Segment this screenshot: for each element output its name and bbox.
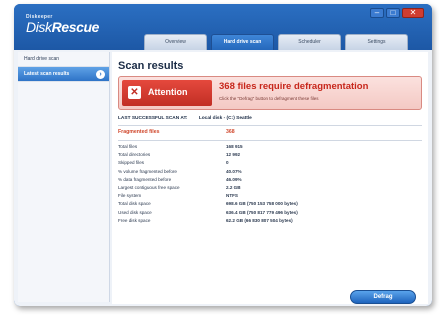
stat-row: Used disk space 636.4 GB (750 817 779 496… bbox=[118, 210, 422, 218]
sidebar: Hard drive scan Latest scan results › bbox=[18, 52, 110, 302]
alert-headline: 368 files require defragmentation bbox=[219, 81, 369, 92]
stat-row: File system NTFS bbox=[118, 193, 422, 201]
stat-label: % data fragmented before bbox=[118, 176, 172, 182]
maximize-button[interactable]: □ bbox=[386, 8, 400, 18]
scan-drive-label: Local disk - (C:) Seattle bbox=[198, 116, 252, 121]
tab-bar: Overview Hard drive scan Scheduler Setti… bbox=[144, 34, 408, 51]
stat-value: 46.09% bbox=[226, 176, 242, 182]
title-bar: – □ ✕ Diskeeper DiskRescue Overview Hard… bbox=[14, 4, 432, 56]
stat-value: 636.4 GB (750 817 779 496 bytes) bbox=[226, 209, 298, 215]
stat-row: Free disk space 62.2 GB (66 830 807 504 b… bbox=[118, 218, 422, 226]
minimize-button[interactable]: – bbox=[370, 8, 384, 18]
close-x-icon: ✕ bbox=[128, 86, 141, 99]
stat-row: Total files 168 915 bbox=[118, 144, 422, 152]
attention-alert: ✕ Attention 368 files require defragment… bbox=[118, 76, 422, 110]
stat-label: Largest contiguous free space bbox=[118, 184, 180, 190]
stat-value: 168 915 bbox=[226, 144, 243, 149]
stat-row: Total disk space 698.6 GB (750 153 758 00… bbox=[118, 201, 422, 209]
stat-value: 12 992 bbox=[226, 152, 241, 158]
logo-title-part-a: Disk bbox=[26, 19, 52, 35]
alert-subtext: Click the "Defrag" button to defragment … bbox=[219, 96, 319, 101]
stat-label: Total disk space bbox=[118, 201, 151, 207]
stat-label: Total files bbox=[118, 144, 138, 149]
stat-label: Total directories bbox=[118, 152, 151, 158]
chevron-right-icon: › bbox=[96, 70, 105, 79]
sidebar-item-latest-scan-results[interactable]: Latest scan results › bbox=[18, 67, 109, 82]
logo-title-part-b: Rescue bbox=[51, 19, 100, 35]
stat-value: 62.2 GB (66 830 807 504 bytes) bbox=[226, 217, 293, 223]
stat-value: 698.6 GB (750 153 758 000 bytes) bbox=[226, 201, 298, 207]
stat-row: Largest contiguous free space 2.2 GB bbox=[118, 185, 422, 193]
logo-title: DiskRescue bbox=[26, 19, 99, 35]
tab-overview[interactable]: Overview bbox=[144, 34, 207, 51]
stat-label: Used disk space bbox=[118, 209, 152, 215]
page-title: Scan results bbox=[118, 60, 184, 72]
stat-label: Free disk space bbox=[118, 217, 151, 223]
stat-value: 40.07% bbox=[226, 168, 242, 174]
sidebar-item-label: Latest scan results bbox=[24, 71, 70, 77]
stat-row: % volume fragmented before 40.07% bbox=[118, 169, 422, 177]
app-logo: Diskeeper DiskRescue bbox=[26, 14, 99, 35]
close-button[interactable]: ✕ bbox=[402, 8, 424, 18]
fragmented-files-label: Fragmented files bbox=[118, 129, 160, 135]
stat-row: % data fragmented before 46.09% bbox=[118, 177, 422, 185]
stat-value: NTFS bbox=[226, 193, 238, 199]
defrag-button[interactable]: Defrag bbox=[350, 290, 416, 304]
stat-value: 2.2 GB bbox=[226, 184, 241, 190]
stats-list: Total files 168 915 Total directories 12 9… bbox=[118, 144, 422, 226]
scan-meta: LAST SUCCESSFUL SCAN AT: Local disk - (C… bbox=[118, 116, 422, 126]
tab-settings[interactable]: Settings bbox=[345, 34, 408, 51]
tab-scheduler[interactable]: Scheduler bbox=[278, 34, 341, 51]
window-controls: – □ ✕ bbox=[370, 8, 424, 18]
stat-row: Skipped files 0 bbox=[118, 160, 422, 168]
window-body: Hard drive scan Latest scan results › Sc… bbox=[14, 50, 432, 306]
stat-row: Total directories 12 992 bbox=[118, 152, 422, 160]
fragmented-files-row: Fragmented files 368 bbox=[118, 129, 422, 141]
tab-hard-drive-scan[interactable]: Hard drive scan bbox=[211, 34, 274, 51]
app-window: – □ ✕ Diskeeper DiskRescue Overview Hard… bbox=[14, 4, 432, 306]
attention-label: Attention bbox=[148, 87, 188, 97]
logo-subbrand: Diskeeper bbox=[26, 14, 53, 20]
stat-value: 0 bbox=[226, 160, 229, 166]
scan-status-label: LAST SUCCESSFUL SCAN AT: bbox=[118, 116, 188, 121]
stat-label: File system bbox=[118, 193, 142, 199]
fragmented-files-value: 368 bbox=[226, 129, 235, 135]
sidebar-item-label: Hard drive scan bbox=[24, 56, 60, 62]
attention-badge: ✕ Attention bbox=[122, 80, 212, 106]
stat-label: Skipped files bbox=[118, 160, 145, 166]
stat-label: % volume fragmented before bbox=[118, 168, 177, 174]
sidebar-item-hard-drive-scan[interactable]: Hard drive scan bbox=[18, 52, 109, 67]
main-panel: Scan results ✕ Attention 368 files requi… bbox=[112, 52, 428, 304]
